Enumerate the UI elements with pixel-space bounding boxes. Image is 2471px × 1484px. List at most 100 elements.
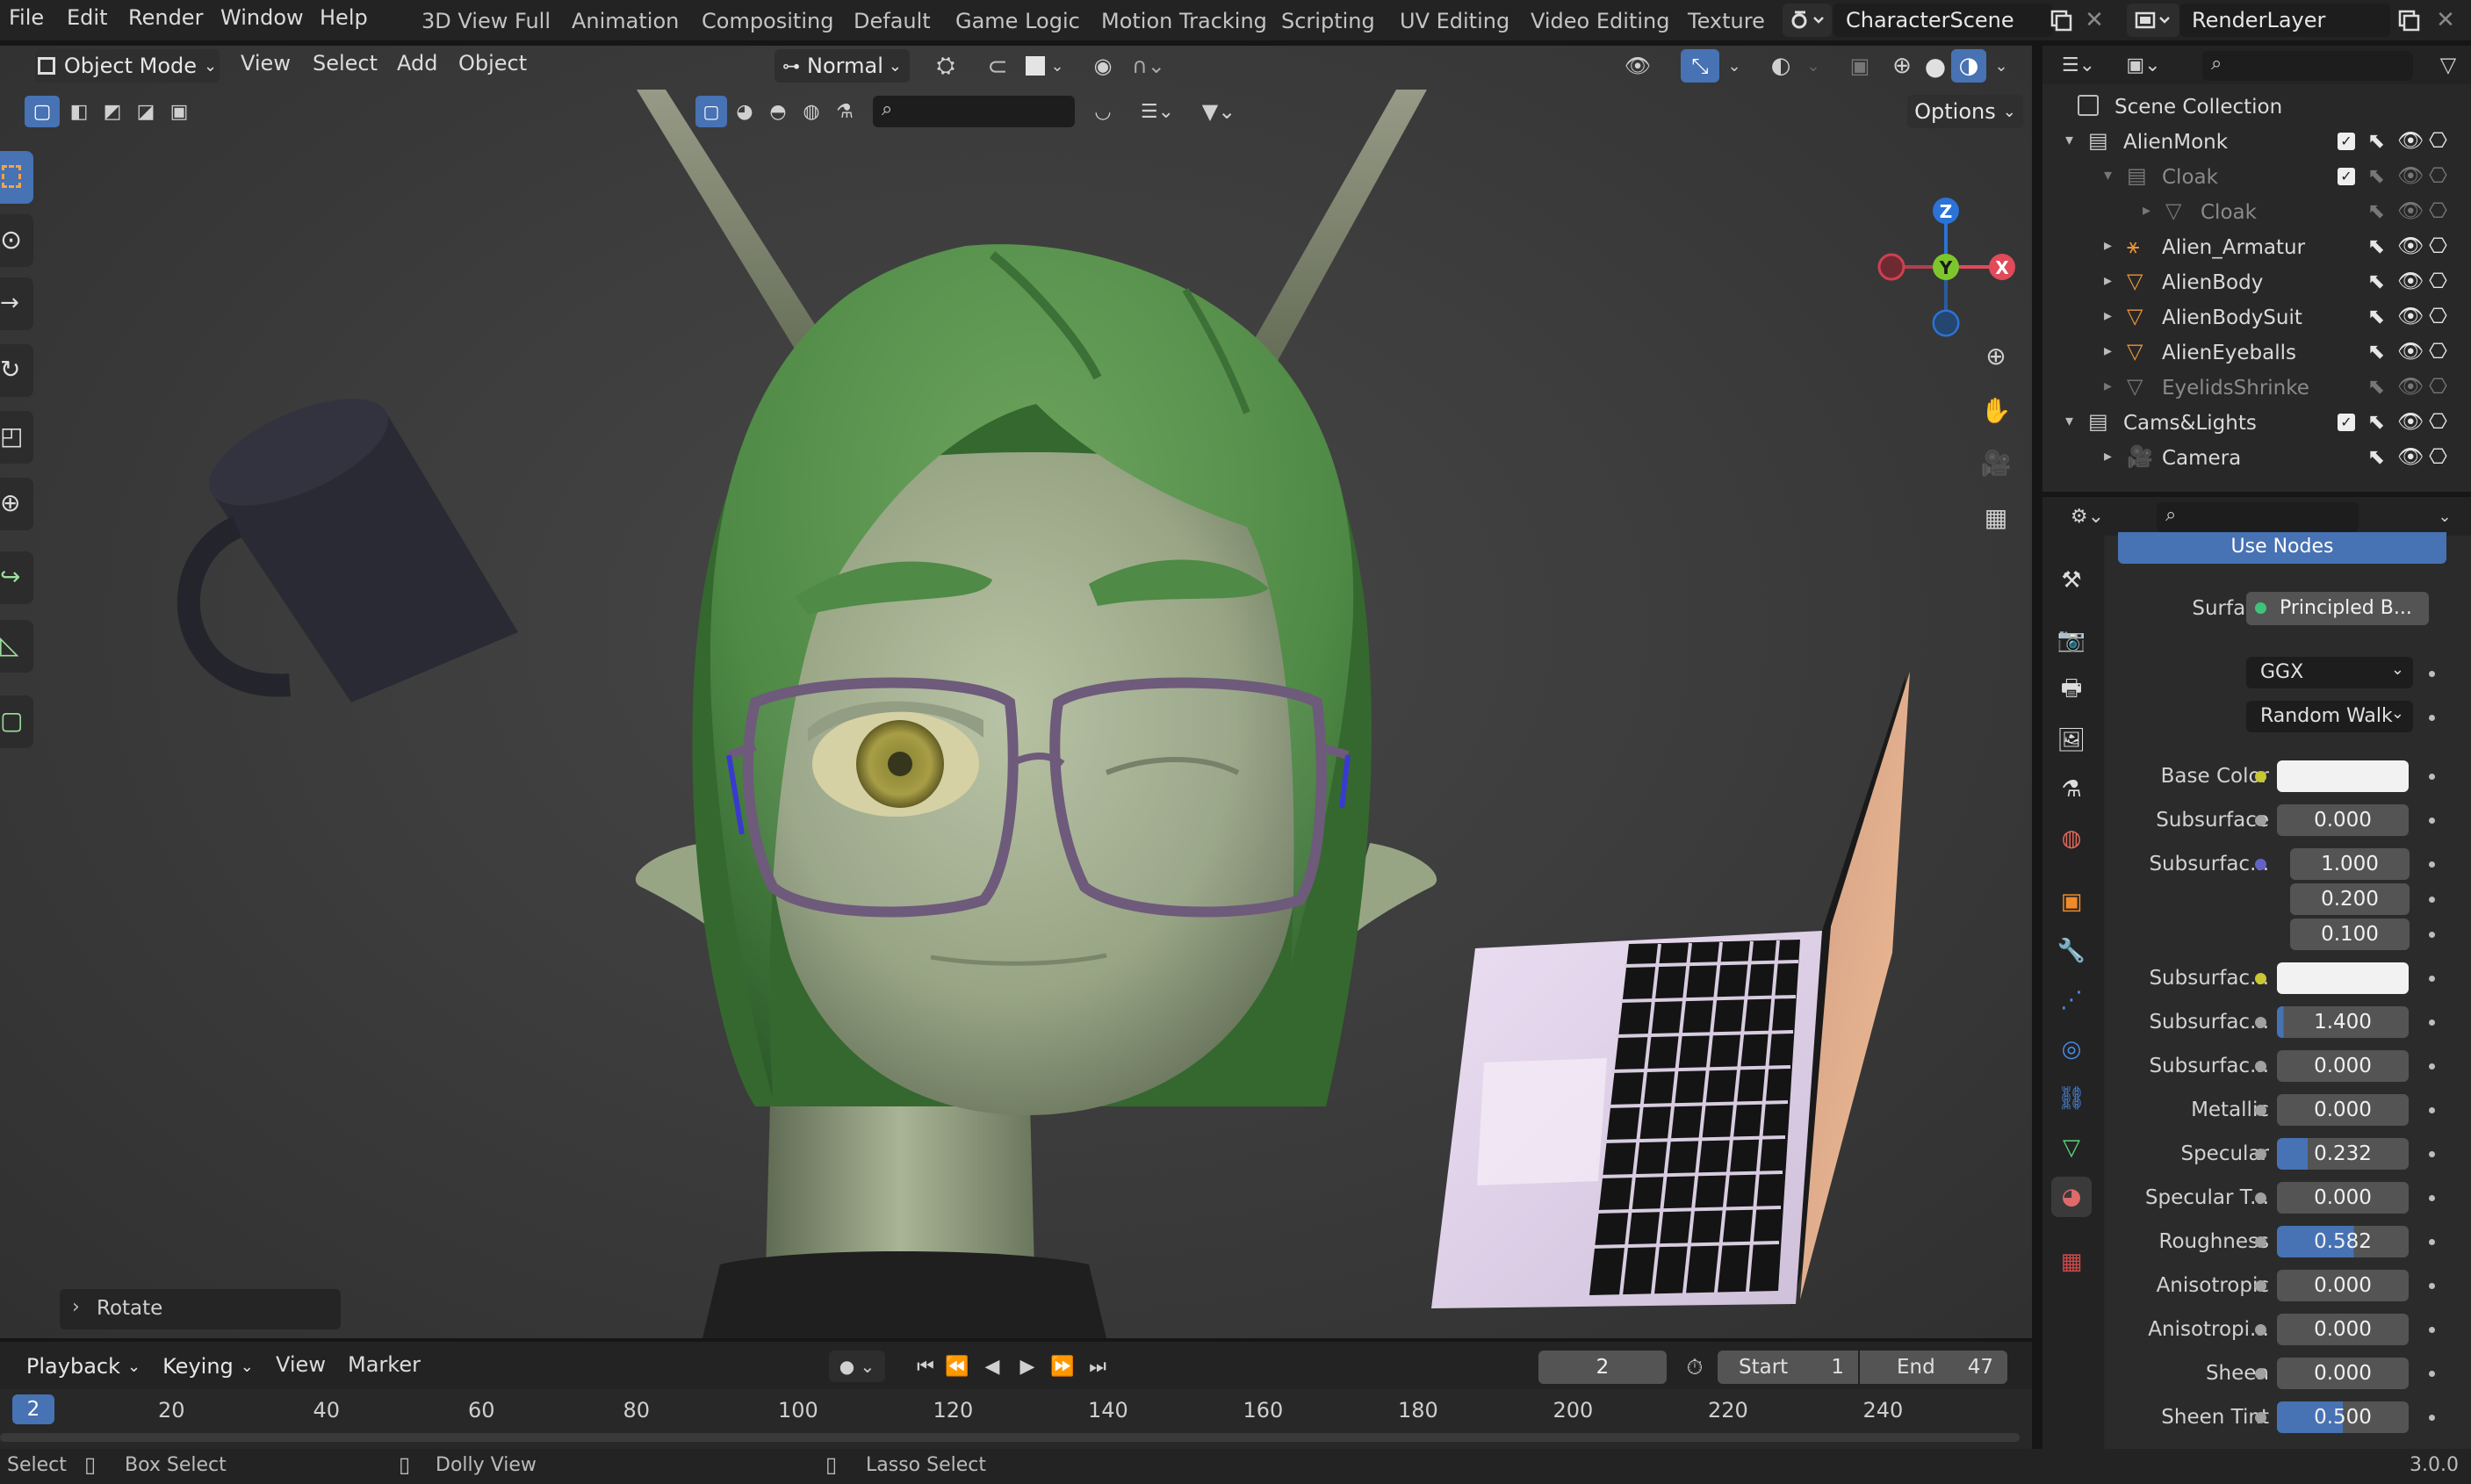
input-socket-icon[interactable]: [2255, 1061, 2266, 1072]
viewport-menu-add[interactable]: Add: [397, 51, 437, 76]
eye-icon[interactable]: 👁: [2397, 409, 2424, 434]
tool-transform[interactable]: ⊕: [0, 478, 33, 530]
overlays-icon[interactable]: ◐: [1761, 49, 1800, 83]
camera-view-icon[interactable]: 🎥: [1976, 443, 2016, 483]
camera-render-icon[interactable]: ⎔: [2429, 269, 2447, 293]
tool-cursor[interactable]: ⊙: [0, 214, 33, 267]
select-arrow-icon[interactable]: ⬉: [2367, 163, 2385, 188]
value-field[interactable]: 0.100: [2290, 918, 2410, 950]
input-socket-icon[interactable]: [2255, 1280, 2266, 1292]
tab-scripting[interactable]: Scripting: [1281, 9, 1375, 33]
keyframe-dot[interactable]: [2429, 1151, 2435, 1157]
camera-render-icon[interactable]: ⎔: [2429, 339, 2447, 364]
timeline-menu-view[interactable]: View: [276, 1352, 326, 1377]
proportional-edit-icon[interactable]: ◉: [1085, 49, 1120, 83]
perspective-grid-icon[interactable]: ▦: [1976, 497, 2016, 537]
value-field[interactable]: 0.200: [2290, 883, 2410, 915]
shading-wireframe-icon[interactable]: ⊕: [1884, 49, 1920, 83]
viewport-menu-object[interactable]: Object: [458, 51, 527, 76]
value-field[interactable]: 0.232: [2277, 1138, 2409, 1170]
filter-object-icon[interactable]: ▢: [695, 96, 727, 127]
select-arrow-icon[interactable]: ⬉: [2367, 304, 2385, 328]
eye-icon[interactable]: 👁: [2397, 374, 2424, 399]
shading-material-icon[interactable]: ◑: [1951, 49, 1986, 83]
select-arrow-icon[interactable]: ⬉: [2367, 269, 2385, 293]
tool-scale[interactable]: ◰: [0, 411, 33, 464]
input-socket-icon[interactable]: [2255, 1236, 2266, 1248]
outliner-row[interactable]: ▾ ▤ Cams&Lights ✓ ⬉ 👁 ⎔: [2042, 406, 2471, 441]
select-arrow-icon[interactable]: ⬉: [2367, 339, 2385, 364]
value-field[interactable]: 0.000: [2277, 1050, 2409, 1082]
editor-type-icon[interactable]: ☰⌄: [2051, 49, 2106, 81]
outliner-row[interactable]: ▸ ▽ Cloak ⬉ 👁 ⎔: [2042, 195, 2471, 230]
tool-measure[interactable]: ◺: [0, 620, 33, 673]
camera-render-icon[interactable]: ⎔: [2429, 234, 2447, 258]
object-tab-icon[interactable]: ▣: [2051, 882, 2092, 922]
filter-world-icon[interactable]: ◍: [796, 96, 827, 127]
scene-browse-icon[interactable]: [1783, 4, 1832, 37]
outliner-row[interactable]: ▸ ⚹ Alien_Armatur ⬉ 👁 ⎔: [2042, 230, 2471, 265]
eye-icon[interactable]: 👁: [2397, 339, 2424, 364]
pan-hand-icon[interactable]: ✋: [1976, 390, 2016, 430]
scene-name-field[interactable]: CharacterScene: [1833, 4, 2053, 37]
chevron-down-icon[interactable]: ⌄: [2429, 501, 2460, 532]
pivot-point-icon[interactable]: ⛭: [924, 49, 968, 83]
outliner-row[interactable]: ▾ ▤ Cloak ✓ ⬉ 👁 ⎔: [2042, 160, 2471, 195]
delete-scene-icon[interactable]: ✕: [2079, 4, 2109, 37]
value-field[interactable]: 0.000: [2277, 1182, 2409, 1214]
filter-texture-icon[interactable]: ◓: [762, 96, 794, 127]
keyframe-dot[interactable]: [2429, 1195, 2435, 1201]
view-layer-tab-icon[interactable]: 🖼: [2051, 720, 2092, 760]
current-frame-field[interactable]: 2: [1538, 1351, 1667, 1384]
frame-start-field[interactable]: Start 1: [1718, 1351, 1858, 1384]
camera-render-icon[interactable]: ⎔: [2429, 409, 2447, 434]
keyframe-dot[interactable]: [2429, 1063, 2435, 1070]
surface-shader-field[interactable]: Principled B...: [2246, 592, 2429, 625]
tab-animation[interactable]: Animation: [572, 9, 679, 33]
tool-add-cube[interactable]: ▢: [0, 695, 33, 748]
output-tab-icon[interactable]: 🖶: [2051, 671, 2092, 711]
eye-icon[interactable]: 👁: [2397, 163, 2424, 188]
keyframe-dot[interactable]: [2429, 1019, 2435, 1026]
expand-arrow-icon[interactable]: ▸: [2104, 447, 2112, 465]
navigation-gizmo[interactable]: Z X Y: [1870, 151, 2028, 353]
input-socket-icon[interactable]: [2255, 1368, 2266, 1380]
color-swatch[interactable]: [2277, 962, 2409, 994]
camera-render-icon[interactable]: ⎔: [2429, 128, 2447, 153]
select-arrow-icon[interactable]: ⬉: [2367, 198, 2385, 223]
3d-viewport[interactable]: Object Mode ⌄ View Select Add Object ⊶ N…: [0, 46, 2032, 1338]
tab-default[interactable]: Default: [854, 9, 931, 33]
play-reverse-icon[interactable]: ◀: [976, 1351, 1008, 1382]
modifier-wrench-icon[interactable]: 🔧: [2051, 931, 2092, 971]
tab-compositing[interactable]: Compositing: [702, 9, 833, 33]
select-subtract-icon[interactable]: ◩: [95, 96, 130, 127]
value-field[interactable]: 0.000: [2277, 1358, 2409, 1389]
expand-arrow-icon[interactable]: ▸: [2104, 236, 2112, 255]
delete-view-layer-icon[interactable]: ✕: [2429, 4, 2462, 37]
menu-edit[interactable]: Edit: [67, 5, 107, 30]
render-tab-icon[interactable]: 📷: [2051, 620, 2092, 660]
xray-icon[interactable]: ▣: [1842, 49, 1877, 83]
display-mode-icon[interactable]: ☰⌄: [1133, 96, 1182, 127]
keyframe-dot[interactable]: [2429, 976, 2435, 982]
menu-file[interactable]: File: [9, 5, 44, 30]
input-socket-icon[interactable]: [2255, 973, 2266, 984]
last-operator-panel[interactable]: › Rotate: [60, 1289, 341, 1329]
visibility-eye-icon[interactable]: 👁: [1616, 49, 1660, 83]
input-socket-icon[interactable]: [2255, 1192, 2266, 1204]
eye-icon[interactable]: 👁: [2397, 444, 2424, 469]
shading-solid-icon[interactable]: ●: [1918, 49, 1953, 83]
tab-video-editing[interactable]: Video Editing: [1531, 9, 1669, 33]
new-view-layer-icon[interactable]: [2392, 4, 2425, 37]
tool-tab-icon[interactable]: ⚒: [2051, 560, 2092, 601]
viewport-menu-select[interactable]: Select: [313, 51, 378, 76]
input-socket-icon[interactable]: [2255, 1412, 2266, 1423]
outliner-row[interactable]: ▸ ▽ AlienEyeballs ⬉ 👁 ⎔: [2042, 335, 2471, 371]
tool-select-box[interactable]: [0, 151, 33, 204]
tab-uv-editing[interactable]: UV Editing: [1400, 9, 1509, 33]
keyframe-dot[interactable]: [2429, 1371, 2435, 1377]
select-arrow-icon[interactable]: ⬉: [2367, 374, 2385, 399]
view-layer-field[interactable]: RenderLayer: [2179, 4, 2390, 37]
playhead-indicator[interactable]: 2: [12, 1394, 54, 1424]
chevron-down-icon[interactable]: ⌄: [1721, 49, 1747, 83]
